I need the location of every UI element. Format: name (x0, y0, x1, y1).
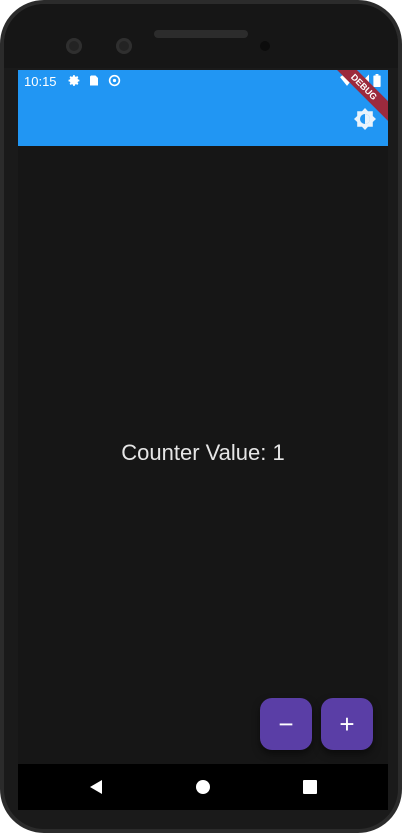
home-icon (196, 780, 210, 794)
sync-icon (108, 74, 121, 90)
earpiece-speaker (154, 30, 248, 38)
status-time: 10:15 (24, 74, 57, 89)
app-bar: 10:15 DEBUG (18, 70, 388, 146)
phone-frame: 10:15 DEBUG Counter Value: 1 − + (0, 0, 402, 833)
status-bar: 10:15 (18, 70, 388, 94)
proximity-sensor (260, 41, 270, 51)
increment-button[interactable]: + (321, 698, 373, 750)
device-screen: 10:15 DEBUG Counter Value: 1 − + (18, 70, 388, 810)
decrement-button[interactable]: − (260, 698, 312, 750)
system-navigation-bar (18, 764, 388, 810)
theme-toggle-button[interactable] (352, 106, 378, 132)
front-camera-icon (116, 38, 132, 54)
home-button[interactable] (183, 764, 223, 810)
recents-button[interactable] (290, 764, 330, 810)
sd-card-icon (88, 74, 100, 90)
back-button[interactable] (76, 764, 116, 810)
minus-icon: − (278, 708, 294, 739)
back-icon (90, 780, 102, 794)
front-camera-icon (66, 38, 82, 54)
phone-top-bezel (4, 4, 398, 68)
gear-icon (68, 74, 81, 90)
plus-icon: + (339, 708, 355, 739)
brightness-icon (354, 108, 376, 130)
counter-value-text: Counter Value: 1 (121, 440, 285, 465)
recents-icon (303, 780, 317, 794)
